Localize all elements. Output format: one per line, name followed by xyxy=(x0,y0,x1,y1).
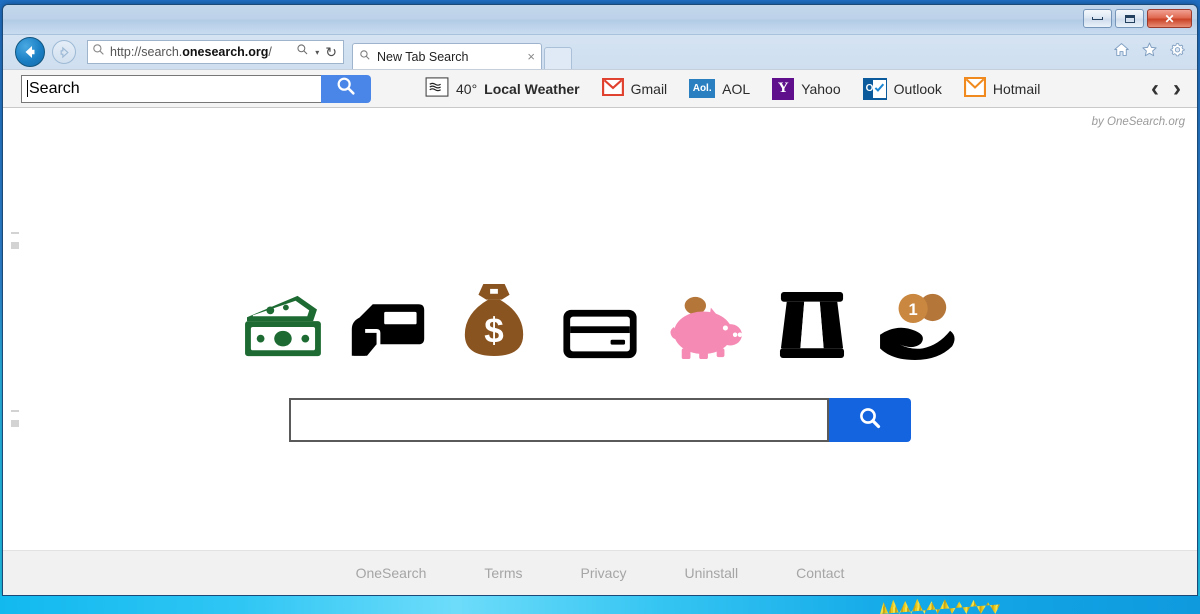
svg-text:$: $ xyxy=(484,311,503,350)
weather-temp: 40° xyxy=(456,80,478,97)
toolbar-search-group: Search xyxy=(21,74,371,103)
desktop-wallpaper xyxy=(0,596,1200,614)
toolbar-search-button[interactable] xyxy=(321,74,371,103)
tab-search-icon xyxy=(359,49,371,64)
cash-stack-icon xyxy=(240,276,324,360)
toolbar-link-hotmail[interactable]: Hotmail xyxy=(963,76,1041,100)
new-tab-button[interactable] xyxy=(544,47,572,69)
weather-fog-icon xyxy=(425,77,449,100)
close-icon: ✕ xyxy=(1164,11,1175,26)
footer-link-privacy[interactable]: Privacy xyxy=(581,565,627,581)
outlook-icon: O xyxy=(862,77,887,100)
toolbar-link-label: Hotmail xyxy=(992,80,1041,97)
aol-icon: Aol. xyxy=(689,79,716,98)
yahoo-icon: Y xyxy=(772,77,795,100)
yahoo-badge-text: Y xyxy=(777,80,789,96)
search-icon xyxy=(335,75,357,102)
forward-button[interactable] xyxy=(47,35,81,69)
toolbar-link-label: Yahoo xyxy=(801,80,841,97)
tab-new-tab-search[interactable]: New Tab Search × xyxy=(352,43,542,69)
minimize-icon xyxy=(1092,17,1103,20)
hand-holding-card-icon xyxy=(346,276,430,360)
browser-window: ✕ http://search.onesearch.org/ ▾ ↻ New T… xyxy=(2,4,1198,596)
toolbar-link-label: Local Weather xyxy=(484,80,580,97)
gmail-envelope-icon xyxy=(601,77,624,99)
toolbar-search-value: Search xyxy=(29,79,80,97)
hand-with-coins-icon: 1 xyxy=(876,276,960,360)
title-bar: ✕ xyxy=(3,5,1197,35)
back-button[interactable] xyxy=(13,35,47,69)
address-bar-icons: ▾ ↻ xyxy=(296,43,339,61)
toolbar-link-aol[interactable]: Aol. AOL xyxy=(689,79,750,98)
toolbar-link-local-weather[interactable]: 40° Local Weather xyxy=(425,77,580,100)
page-content: by OneSearch.org $ 1 OneSearch Terms Pri… xyxy=(3,108,1197,595)
main-search-input[interactable] xyxy=(289,398,829,442)
footer-link-terms[interactable]: Terms xyxy=(484,565,522,581)
star-icon[interactable] xyxy=(1141,41,1158,63)
url-text: http://search.onesearch.org/ xyxy=(110,45,272,59)
maximize-button[interactable] xyxy=(1115,9,1144,28)
tab-close-icon[interactable]: × xyxy=(527,49,535,64)
toolbar-link-yahoo[interactable]: Y Yahoo xyxy=(772,77,841,100)
search-provider-icon[interactable] xyxy=(296,43,309,61)
svg-text:1: 1 xyxy=(909,300,918,319)
text-caret xyxy=(27,80,28,97)
tab-strip: New Tab Search × xyxy=(352,35,572,69)
address-search-icon xyxy=(92,43,105,61)
footer-link-onesearch[interactable]: OneSearch xyxy=(356,565,427,581)
chevron-down-icon[interactable]: ▾ xyxy=(315,48,319,57)
money-clip-icon xyxy=(770,276,854,360)
credit-card-icon xyxy=(558,276,642,360)
prev-arrow-icon[interactable]: ‹ xyxy=(1151,76,1159,101)
money-bag-icon: $ xyxy=(452,276,536,360)
home-icon[interactable] xyxy=(1113,41,1130,63)
nav-right-icons xyxy=(1113,41,1197,63)
edge-mark xyxy=(11,232,19,234)
main-search-button[interactable] xyxy=(829,398,911,442)
close-button[interactable]: ✕ xyxy=(1147,9,1192,28)
footer-link-uninstall[interactable]: Uninstall xyxy=(684,565,738,581)
toolbar-search-input[interactable]: Search xyxy=(21,74,321,103)
tab-title: New Tab Search xyxy=(377,49,469,64)
forward-arrow-icon xyxy=(52,40,76,64)
wallpaper-grass xyxy=(880,598,1000,614)
minimize-button[interactable] xyxy=(1083,9,1112,28)
address-bar[interactable]: http://search.onesearch.org/ ▾ ↻ xyxy=(87,40,344,64)
money-icon-row: $ 1 xyxy=(3,276,1197,360)
piggy-bank-icon xyxy=(664,276,748,360)
aol-badge-text: Aol. xyxy=(692,83,712,94)
gear-icon[interactable] xyxy=(1169,41,1186,63)
edge-mark xyxy=(11,242,19,249)
extension-toolbar: Search 40° Local Weather Gmail Aol. AOL … xyxy=(3,69,1197,108)
toolbar-link-label: Gmail xyxy=(630,80,668,97)
byline: by OneSearch.org xyxy=(1091,116,1185,128)
page-footer: OneSearch Terms Privacy Uninstall Contac… xyxy=(3,550,1197,595)
hotmail-envelope-icon xyxy=(963,76,986,100)
toolbar-link-label: Outlook xyxy=(893,80,942,97)
toolbar-link-outlook[interactable]: O Outlook xyxy=(862,77,942,100)
navigation-bar: http://search.onesearch.org/ ▾ ↻ New Tab… xyxy=(3,35,1197,69)
refresh-icon[interactable]: ↻ xyxy=(325,44,337,61)
toolbar-link-label: AOL xyxy=(722,80,751,97)
main-search-area xyxy=(3,398,1197,442)
search-icon xyxy=(857,405,883,436)
window-controls: ✕ xyxy=(1083,9,1192,28)
back-arrow-icon xyxy=(15,37,45,67)
maximize-icon xyxy=(1124,14,1135,23)
next-arrow-icon[interactable]: › xyxy=(1173,76,1181,101)
toolbar-links: 40° Local Weather Gmail Aol. AOL Y Yahoo… xyxy=(425,76,1041,100)
toolbar-link-gmail[interactable]: Gmail xyxy=(601,77,668,99)
toolbar-pager: ‹ › xyxy=(1151,76,1197,101)
footer-link-contact[interactable]: Contact xyxy=(796,565,844,581)
